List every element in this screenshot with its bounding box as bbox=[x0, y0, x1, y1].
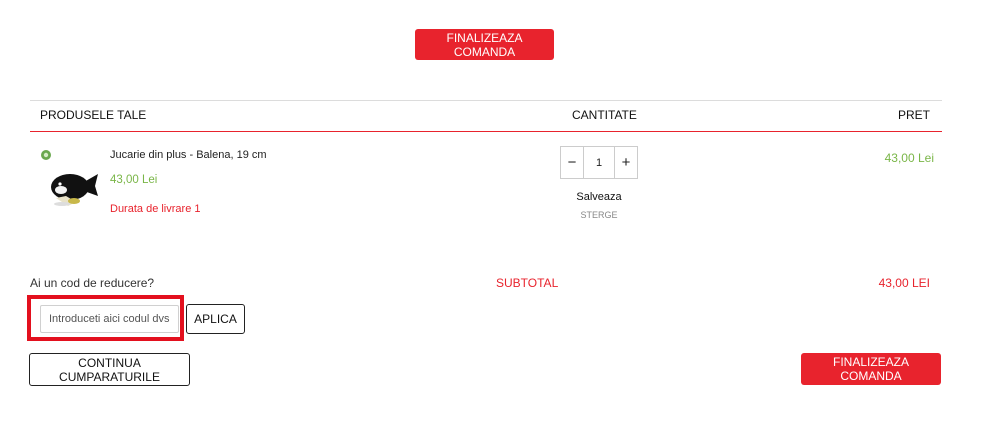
subtotal-value: 43,00 LEI bbox=[878, 276, 930, 290]
checkout-button-bottom[interactable]: FINALIZEAZA COMANDA bbox=[801, 353, 941, 385]
quantity-stepper: − 1 + bbox=[560, 146, 638, 179]
header-price: PRET bbox=[897, 108, 930, 122]
table-top-divider bbox=[30, 100, 942, 101]
checkout-button-top[interactable]: FINALIZEAZA COMANDA bbox=[415, 29, 554, 60]
table-header-divider bbox=[30, 131, 942, 132]
coupon-question: Ai un cod de reducere? bbox=[30, 276, 155, 290]
apply-coupon-button[interactable]: APLICA bbox=[186, 304, 245, 334]
quantity-increase-button[interactable]: + bbox=[615, 147, 637, 178]
cart-page: FINALIZEAZA COMANDA PRODUSELE TALE CANTI… bbox=[0, 0, 1000, 425]
product-image[interactable] bbox=[40, 146, 100, 216]
product-unit-price: 43,00 Lei bbox=[110, 174, 158, 186]
subtotal-label: SUBTOTAL bbox=[496, 276, 559, 290]
delivery-time: Durata de livrare 1 bbox=[110, 203, 201, 215]
remove-item-link[interactable]: STERGE bbox=[560, 210, 638, 220]
coupon-code-input[interactable] bbox=[40, 305, 179, 333]
header-quantity: CANTITATE bbox=[572, 108, 637, 122]
product-name-link[interactable]: Jucarie din plus - Balena, 19 cm bbox=[110, 149, 267, 161]
header-products: PRODUSELE TALE bbox=[40, 108, 147, 122]
quantity-input[interactable]: 1 bbox=[583, 147, 615, 178]
continue-shopping-button[interactable]: CONTINUA CUMPARATURILE bbox=[29, 353, 190, 386]
row-total-price: 43,00 Lei bbox=[884, 151, 934, 165]
quantity-decrease-button[interactable]: − bbox=[561, 147, 583, 178]
save-for-later-link[interactable]: Salveaza bbox=[560, 191, 638, 203]
